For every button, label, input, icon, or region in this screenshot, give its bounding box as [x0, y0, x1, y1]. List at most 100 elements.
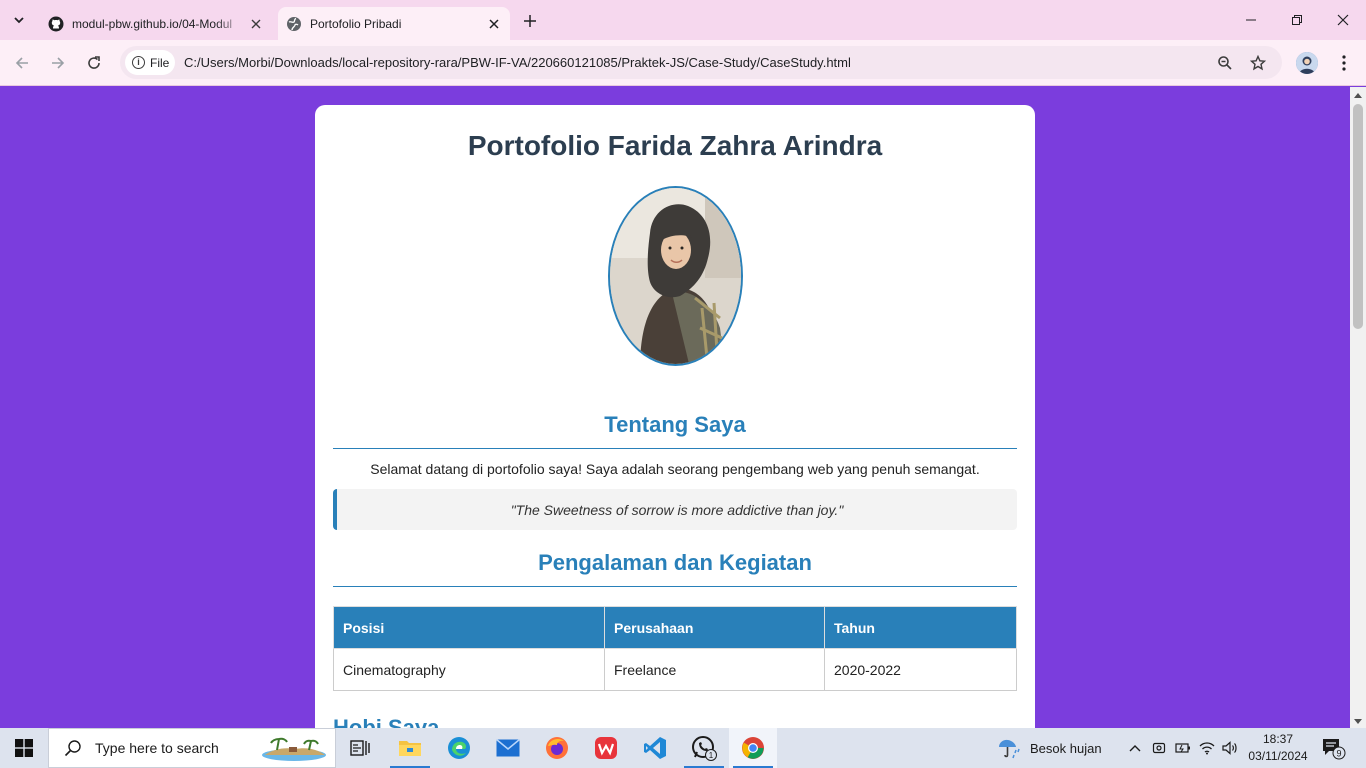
back-button[interactable] [8, 49, 36, 77]
zoom-icon [1218, 56, 1232, 70]
page-viewport: Portofolio Farida Zahra Arindra Tentang … [0, 87, 1350, 728]
menu-button[interactable] [1332, 49, 1356, 77]
wifi-icon [1199, 742, 1215, 755]
profile-photo-image [609, 188, 741, 364]
network-button[interactable] [1196, 728, 1218, 768]
weather-text: Besok hujan [1030, 740, 1102, 756]
firefox-icon [546, 737, 568, 759]
column-header-tahun: Tahun [824, 606, 1017, 649]
tab-modul[interactable]: modul-pbw.github.io/04-Modul [40, 7, 272, 40]
column-header-posisi: Posisi [333, 606, 605, 649]
minimize-icon [1246, 19, 1256, 21]
bookmark-button[interactable] [1245, 50, 1271, 76]
search-highlight-illustration [262, 737, 326, 761]
profile-avatar[interactable] [1296, 52, 1318, 74]
scroll-down-arrow[interactable] [1354, 719, 1362, 724]
rain-umbrella-icon [999, 739, 1020, 759]
scroll-up-arrow[interactable] [1354, 93, 1362, 98]
close-tab-icon[interactable] [246, 14, 266, 34]
portfolio-card: Portofolio Farida Zahra Arindra Tentang … [315, 105, 1035, 728]
wps-icon [595, 737, 617, 759]
whatsapp-app[interactable]: 1 [680, 728, 728, 768]
chrome-app[interactable] [729, 728, 777, 768]
edge-app[interactable] [435, 728, 483, 768]
experience-table: Posisi Perusahaan Tahun Cinematography F… [333, 606, 1017, 691]
wps-office-app[interactable] [582, 728, 630, 768]
firefox-app[interactable] [533, 728, 581, 768]
table-header-row: Posisi Perusahaan Tahun [333, 606, 1017, 649]
volume-button[interactable] [1219, 728, 1241, 768]
quote-block: "The Sweetness of sorrow is more addicti… [333, 489, 1017, 530]
chevron-down-icon [14, 17, 24, 24]
url-text[interactable]: C:/Users/Morbi/Downloads/local-repositor… [184, 55, 851, 70]
edge-icon [448, 737, 470, 759]
tray-app-button[interactable] [1148, 728, 1170, 768]
avatar-icon [1296, 52, 1318, 74]
vscode-icon [644, 737, 666, 759]
zoom-button[interactable] [1212, 50, 1238, 76]
battery-button[interactable] [1172, 728, 1194, 768]
forward-button[interactable] [44, 49, 72, 77]
arrow-left-icon [15, 57, 28, 69]
address-bar[interactable]: i File C:/Users/Morbi/Downloads/local-re… [120, 46, 1282, 79]
hobby-heading: Hobi Saya [333, 715, 440, 728]
arrow-right-icon [52, 57, 65, 69]
site-info-chip[interactable]: i File [125, 50, 175, 75]
table-row: Cinematography Freelance 2020-2022 [333, 648, 1017, 691]
taskbar-search-box[interactable]: Type here to search [48, 728, 336, 768]
mail-app[interactable] [484, 728, 532, 768]
page-scrollbar[interactable] [1350, 87, 1366, 728]
task-view-icon [350, 740, 370, 756]
reload-icon [88, 56, 100, 69]
site-info-label: File [150, 55, 170, 70]
close-tab-icon[interactable] [484, 14, 504, 34]
weather-widget[interactable]: Besok hujan [996, 728, 1102, 768]
file-explorer-app[interactable] [386, 728, 434, 768]
windows-taskbar: Type here to search 1 Besok hujan 18:37 … [0, 728, 1366, 768]
globe-icon [286, 16, 302, 32]
browser-toolbar: i File C:/Users/Morbi/Downloads/local-re… [0, 40, 1366, 86]
vscode-app[interactable] [631, 728, 679, 768]
column-header-perusahaan: Perusahaan [604, 606, 825, 649]
about-text: Selamat datang di portofolio saya! Saya … [370, 461, 980, 477]
close-icon [1337, 14, 1349, 26]
star-icon [1250, 55, 1266, 71]
tab-strip: modul-pbw.github.io/04-Modul Portofolio … [0, 0, 1366, 40]
scroll-thumb[interactable] [1353, 104, 1363, 329]
whatsapp-badge-count: 1 [709, 751, 714, 760]
folder-icon [399, 741, 421, 756]
reload-button[interactable] [80, 49, 108, 77]
tab-search-button[interactable] [6, 7, 32, 33]
search-placeholder: Type here to search [95, 740, 219, 756]
tab-title: Portofolio Pribadi [310, 16, 402, 31]
close-window-button[interactable] [1320, 0, 1366, 40]
search-icon [63, 738, 83, 758]
profile-photo [607, 186, 743, 366]
notifications-button[interactable]: 9 [1322, 738, 1346, 760]
task-view-button[interactable] [336, 728, 384, 768]
tab-portofolio[interactable]: Portofolio Pribadi [278, 7, 510, 40]
chrome-icon [742, 737, 764, 759]
battery-charging-icon [1175, 743, 1190, 753]
quote-text: "The Sweetness of sorrow is more addicti… [510, 501, 844, 518]
clock-time: 18:37 [1262, 732, 1294, 746]
new-tab-button[interactable] [518, 9, 542, 33]
more-vertical-icon [1342, 55, 1346, 71]
meet-icon [1152, 742, 1166, 754]
notification-count: 9 [1336, 749, 1341, 759]
table-cell: Freelance [604, 648, 825, 691]
table-cell: Cinematography [333, 648, 605, 691]
plus-icon [524, 15, 536, 27]
show-hidden-icons-button[interactable] [1124, 728, 1146, 768]
github-icon [48, 16, 64, 32]
start-button[interactable] [0, 728, 48, 768]
minimize-button[interactable] [1228, 0, 1274, 40]
table-cell: 2020-2022 [824, 648, 1017, 691]
mail-icon [496, 739, 520, 757]
notification-icon: 9 [1323, 739, 1346, 760]
clock-date: 03/11/2024 [1248, 749, 1308, 763]
restore-button[interactable] [1274, 0, 1320, 40]
system-clock[interactable]: 18:37 03/11/2024 [1246, 731, 1310, 765]
speaker-icon [1222, 741, 1237, 755]
experience-heading: Pengalaman dan Kegiatan [333, 550, 1017, 587]
